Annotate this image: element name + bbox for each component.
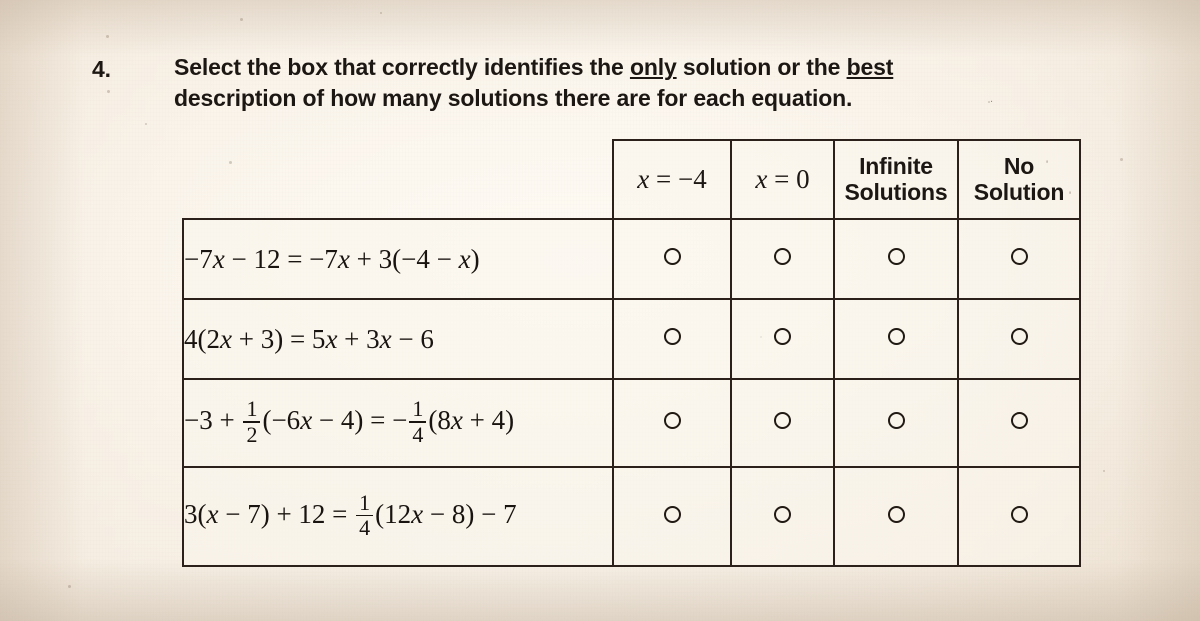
option-cell-r3-c3[interactable] [833, 378, 959, 468]
variable-x: x [755, 164, 768, 195]
variable-x: x [458, 243, 471, 274]
option-cell-r1-c4[interactable] [957, 218, 1081, 300]
radio-button[interactable] [774, 328, 791, 345]
column-header-3: Infinite Solutions [833, 139, 959, 220]
variable-x: x [337, 243, 350, 274]
option-cell-r3-c4[interactable] [957, 378, 1081, 468]
option-cell-r2-c3[interactable] [833, 298, 959, 380]
table-header-row: x = −4 x = 0 Infinite Solutions No Solution [183, 139, 1081, 220]
question-prompt: 4. Select the box that correctly identif… [92, 52, 1092, 114]
option-cell-r3-c2[interactable] [730, 378, 835, 468]
column-header-4: No Solution [957, 139, 1081, 220]
option-cell-r1-c3[interactable] [833, 218, 959, 300]
radio-button[interactable] [663, 248, 681, 265]
question-text-line2: description of how many solutions there … [174, 84, 853, 111]
option-cell-r1-c1[interactable] [612, 218, 732, 300]
option-cell-r4-c2[interactable] [730, 466, 835, 567]
equation-cell-2: 4(2x + 3) = 5x + 3x − 6 [182, 298, 614, 380]
radio-button[interactable] [887, 248, 905, 265]
radio-button[interactable] [774, 412, 791, 429]
fraction: 14 [409, 396, 427, 447]
question-text-part-a: Select the box that correctly identifies… [174, 54, 630, 80]
variable-x: x [450, 405, 463, 436]
radio-button[interactable] [887, 505, 905, 523]
table-row: −7x − 12 = −7x + 3(−4 − x) [182, 218, 1081, 300]
option-cell-r2-c1[interactable] [612, 298, 732, 380]
variable-x: x [212, 243, 225, 274]
variable-x: x [637, 164, 650, 195]
fraction: 12 [243, 396, 261, 447]
column-header-2: x = 0 [730, 139, 835, 220]
option-cell-r4-c4[interactable] [957, 466, 1081, 567]
radio-button[interactable] [774, 248, 791, 265]
radio-button[interactable] [1010, 328, 1028, 345]
option-cell-r3-c1[interactable] [612, 378, 732, 468]
option-cell-r2-c4[interactable] [957, 298, 1081, 380]
variable-x: x [206, 498, 219, 529]
option-cell-r2-c2[interactable] [730, 298, 835, 380]
radio-button[interactable] [663, 328, 681, 345]
variable-x: x [325, 323, 338, 354]
header-corner-blank [183, 140, 613, 219]
radio-button[interactable] [774, 505, 791, 523]
variable-x: x [411, 498, 424, 529]
radio-button[interactable] [1010, 248, 1028, 265]
question-text-part-b: solution or the [676, 54, 847, 80]
radio-button[interactable] [887, 328, 905, 345]
variable-x: x [300, 405, 313, 436]
equation-cell-4: 3(x − 7) + 12 = 1 4 (12x − 8) − 7 [182, 466, 614, 567]
column-header-label-math: x = 0 [755, 164, 810, 195]
fraction-denominator: 2 [246, 421, 258, 447]
fraction-denominator: 4 [359, 515, 371, 541]
question-number: 4. [92, 56, 111, 82]
column-header-label-math: x = −4 [637, 164, 707, 195]
radio-button[interactable] [663, 505, 681, 523]
variable-x: x [220, 323, 232, 354]
fraction: 14 [356, 489, 374, 541]
question-text: Select the box that correctly identifies… [174, 52, 1092, 114]
solution-selection-table: x = −4 x = 0 Infinite Solutions No Solution −7… [182, 139, 1081, 567]
option-cell-r4-c1[interactable] [612, 466, 732, 567]
question-emphasis-best: best [846, 54, 894, 80]
fraction-numerator: 1 [359, 489, 371, 515]
column-header-label-text: No Solution [973, 152, 1065, 205]
radio-button[interactable] [887, 412, 905, 429]
question-emphasis-only: only [629, 54, 677, 80]
option-cell-r1-c2[interactable] [730, 218, 835, 300]
column-header-1: x = −4 [612, 139, 732, 220]
table-row: 3(x − 7) + 12 = 1 4 (12x − 8) − 7 [182, 466, 1081, 567]
column-header-label-text: Infinite Solutions [844, 152, 948, 205]
option-cell-r4-c3[interactable] [833, 466, 959, 567]
table-row: −3 + 1 2 (−6x − 4) = −1 4 (8x + 4) [182, 378, 1081, 468]
variable-x: x [379, 323, 392, 354]
fraction-denominator: 4 [412, 421, 424, 447]
table-row: 4(2x + 3) = 5x + 3x − 6 [182, 298, 1081, 380]
radio-button[interactable] [1010, 412, 1028, 429]
equation-cell-1: −7x − 12 = −7x + 3(−4 − x) [182, 218, 614, 300]
radio-button[interactable] [663, 412, 681, 429]
fraction-numerator: 1 [246, 396, 258, 422]
radio-button[interactable] [1010, 505, 1028, 523]
fraction-numerator: 1 [412, 396, 424, 422]
equation-cell-3: −3 + 1 2 (−6x − 4) = −1 4 (8x + 4) [182, 378, 614, 468]
